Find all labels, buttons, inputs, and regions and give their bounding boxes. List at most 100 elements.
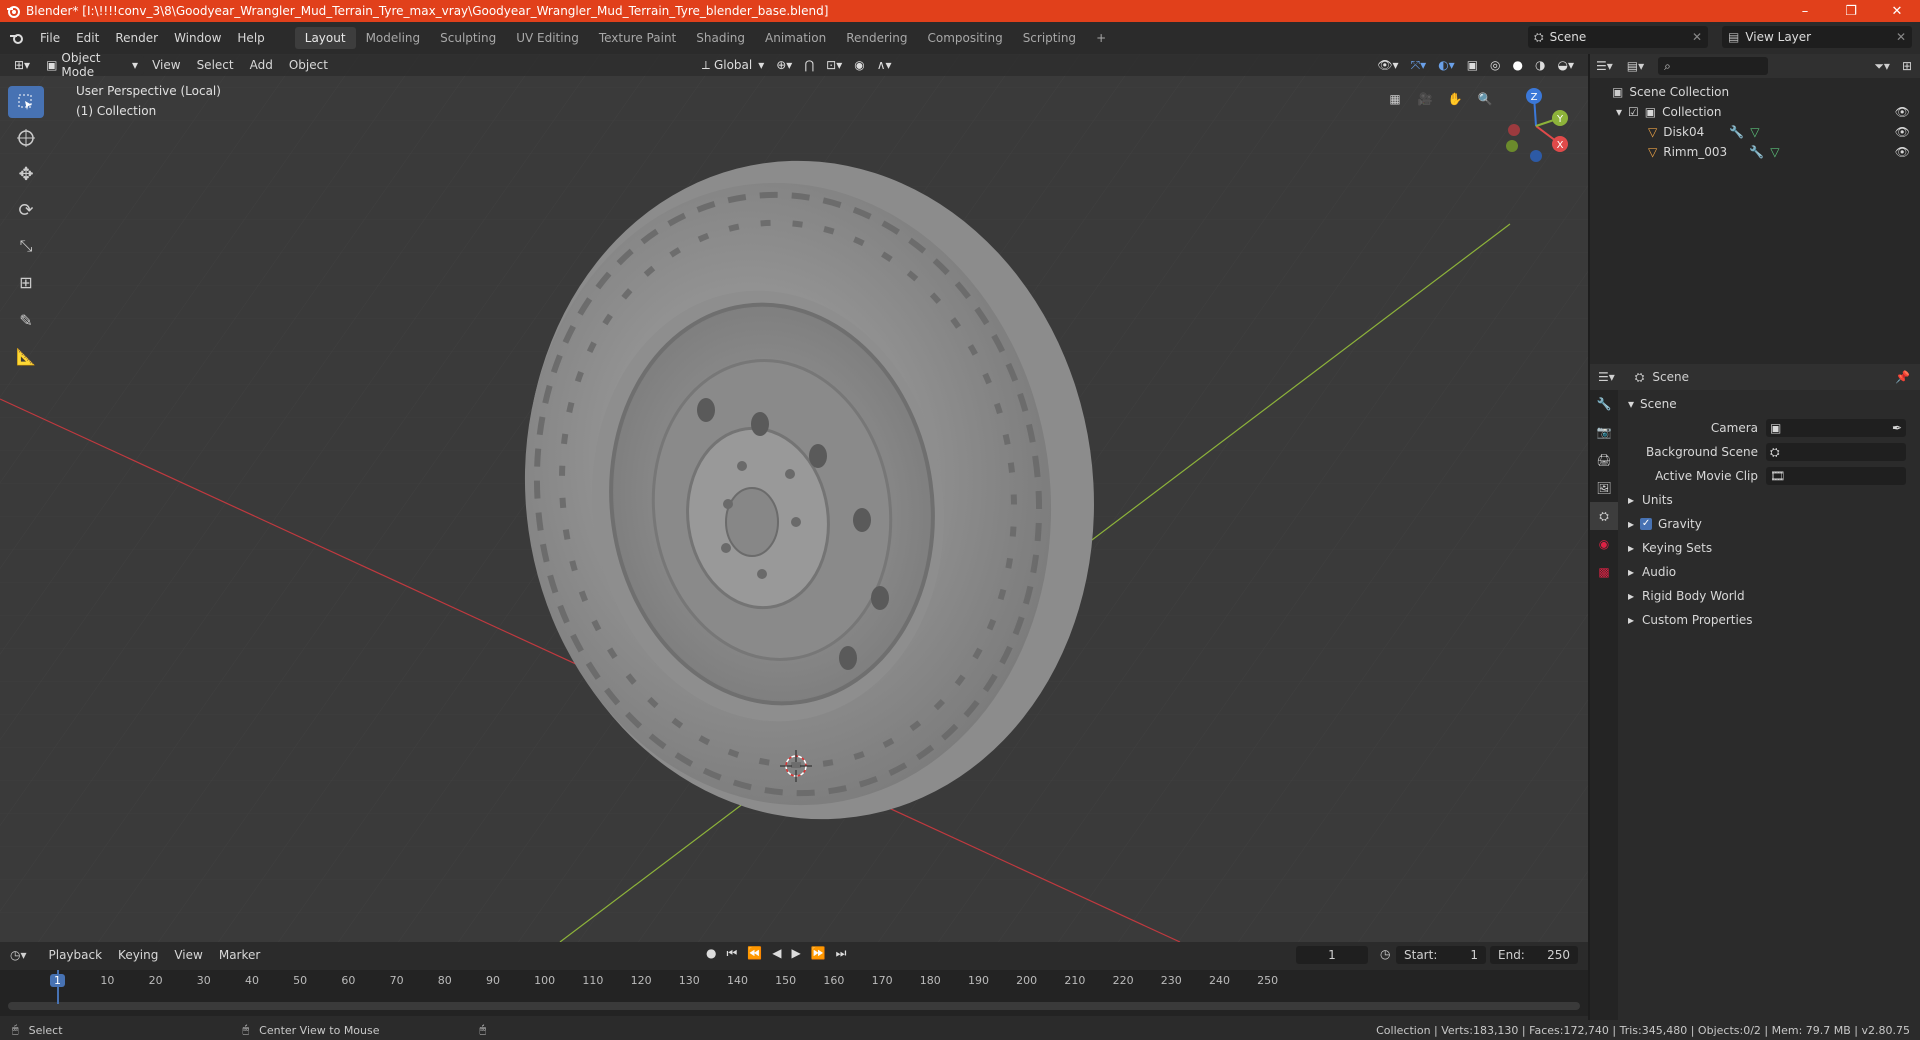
panel-custom-properties[interactable]: ▸ Custom Properties [1620, 608, 1920, 632]
scene-close-icon[interactable]: ✕ [1692, 30, 1702, 44]
tab-world[interactable]: ◉ [1590, 530, 1618, 558]
cursor-tool[interactable] [8, 122, 44, 154]
proportional-edit-toggle[interactable]: ◉ [848, 55, 870, 75]
overlay-toggle[interactable]: ◐▾ [1432, 55, 1461, 75]
current-frame-field[interactable]: 1 [1296, 946, 1368, 964]
menu-help[interactable]: Help [229, 27, 272, 49]
tab-scripting[interactable]: Scripting [1013, 27, 1086, 49]
background-scene-field[interactable]: ⛭ [1766, 443, 1906, 461]
end-frame-field[interactable]: End: 250 [1490, 946, 1578, 964]
maximize-button[interactable]: ❐ [1828, 0, 1874, 22]
timeline-editor-icon[interactable]: ◷▾ [10, 948, 27, 962]
properties-editor-icon[interactable]: ☰▾ [1598, 370, 1615, 384]
tab-shading[interactable]: Shading [686, 27, 755, 49]
menu-file[interactable]: File [32, 27, 68, 49]
scene-section-header[interactable]: ▾ Scene [1620, 392, 1920, 416]
shading-wireframe[interactable]: ◎ [1484, 55, 1506, 75]
play-icon[interactable]: ▶ [791, 946, 800, 961]
outliner-object-rimm003[interactable]: ▽ Rimm_003 🔧 ▽ 👁 [1590, 142, 1920, 162]
outliner-collection[interactable]: ▾ ☑ ▣ Collection 👁 [1590, 102, 1920, 122]
tab-animation[interactable]: Animation [755, 27, 836, 49]
new-collection-icon[interactable]: ⊞ [1902, 59, 1912, 73]
snap-toggle[interactable]: ⋂ [798, 55, 820, 75]
prev-keyframe-icon[interactable]: ⏪ [747, 946, 762, 961]
play-reverse-icon[interactable]: ◀ [772, 946, 781, 961]
next-keyframe-icon[interactable]: ⏩ [811, 946, 826, 961]
viewport-menu-select[interactable]: Select [189, 54, 242, 76]
expand-arrow-icon[interactable]: ▾ [1616, 105, 1622, 119]
tab-compositing[interactable]: Compositing [917, 27, 1012, 49]
falloff-dropdown[interactable]: ∧▾ [871, 55, 898, 75]
camera-field[interactable]: ▣ ✒ [1766, 419, 1906, 437]
record-icon[interactable]: ● [706, 946, 716, 961]
tab-layout[interactable]: Layout [294, 27, 356, 49]
camera-view-button[interactable]: 🎥 [1410, 86, 1440, 112]
timeline-menu-marker[interactable]: Marker [211, 944, 268, 966]
transform-orientation-dropdown[interactable]: ⟂ Global ▾ [696, 55, 770, 75]
modifier-wrench-icon[interactable]: 🔧 [1749, 145, 1764, 159]
rotate-tool[interactable]: ⟳ [8, 194, 44, 226]
use-preview-range-icon[interactable]: ◷ [1380, 947, 1390, 961]
outliner-scene-collection[interactable]: ▣ Scene Collection [1590, 82, 1920, 102]
jump-start-icon[interactable]: ⏮ [726, 946, 737, 961]
mesh-data-icon[interactable]: ▽ [1750, 125, 1759, 139]
panel-rigid-body-world[interactable]: ▸ Rigid Body World [1620, 584, 1920, 608]
tab-output[interactable]: 🖨 [1590, 446, 1618, 474]
start-frame-field[interactable]: Start: 1 [1396, 946, 1486, 964]
move-tool[interactable]: ✥ [8, 158, 44, 190]
tab-sculpting[interactable]: Sculpting [430, 27, 506, 49]
modifier-wrench-icon[interactable]: 🔧 [1729, 125, 1744, 139]
xray-toggle[interactable]: ▣ [1461, 55, 1484, 75]
visibility-eye-icon[interactable]: 👁 [1895, 145, 1910, 159]
active-movie-clip-field[interactable]: 🎞 [1766, 467, 1906, 485]
view-layer-selector[interactable]: ▤ View Layer ✕ [1722, 26, 1912, 48]
tab-modeling[interactable]: Modeling [356, 27, 431, 49]
annotate-tool[interactable]: ✎ [8, 304, 44, 336]
timeline-scrollbar[interactable] [8, 1002, 1580, 1010]
navigation-gizmo[interactable]: Z X Y [1492, 82, 1572, 162]
tab-texture-paint[interactable]: Texture Paint [589, 27, 686, 49]
jump-end-icon[interactable]: ⏭ [836, 946, 847, 961]
minimize-button[interactable]: – [1782, 0, 1828, 22]
timeline-menu-view[interactable]: View [166, 944, 210, 966]
shading-rendered[interactable]: ◒▾ [1552, 55, 1581, 75]
viewport-menu-object[interactable]: Object [281, 54, 336, 76]
outliner-editor-icon[interactable]: ☰▾ [1596, 59, 1613, 73]
visibility-eye-icon[interactable]: 👁 [1895, 105, 1910, 119]
mesh-data-icon[interactable]: ▽ [1770, 145, 1779, 159]
select-box-tool[interactable] [8, 86, 44, 118]
timeline-menu-keying[interactable]: Keying [110, 944, 166, 966]
mode-dropdown[interactable]: ▣ Object Mode ▾ [40, 51, 145, 79]
scale-tool[interactable]: ⤡ [8, 230, 44, 262]
tab-texture[interactable]: ▩ [1590, 558, 1618, 586]
add-workspace-button[interactable]: + [1086, 27, 1116, 49]
collection-checkbox[interactable]: ☑ [1628, 105, 1639, 119]
panel-gravity[interactable]: ▸ ✓ Gravity [1620, 512, 1920, 536]
pan-view-button[interactable]: ✋ [1440, 86, 1470, 112]
display-mode-icon[interactable]: ▤▾ [1627, 59, 1644, 73]
tab-scene[interactable]: ⛭ [1590, 502, 1618, 530]
menu-render[interactable]: Render [107, 27, 166, 49]
outliner-search-input[interactable]: ⌕ [1658, 57, 1769, 75]
panel-keying-sets[interactable]: ▸ Keying Sets [1620, 536, 1920, 560]
visibility-dropdown[interactable]: 👁▾ [1371, 55, 1404, 75]
measure-tool[interactable]: 📐 [8, 340, 44, 372]
tab-uv-editing[interactable]: UV Editing [506, 27, 589, 49]
panel-units[interactable]: ▸ Units [1620, 488, 1920, 512]
timeline-ruler[interactable]: 1 10 20 30 40 50 60 70 80 90 100 110 120 130 140 150 160… [0, 970, 1588, 1016]
close-button[interactable]: ✕ [1874, 0, 1920, 22]
outliner-object-disk04[interactable]: ▽ Disk04 🔧 ▽ 👁 [1590, 122, 1920, 142]
shading-material[interactable]: ◑ [1529, 55, 1551, 75]
tab-tool[interactable]: 🔧 [1590, 390, 1618, 418]
3d-viewport[interactable]: Z X Y [0, 54, 1588, 942]
zoom-view-button[interactable]: 🔍 [1470, 86, 1500, 112]
tab-rendering[interactable]: Rendering [836, 27, 917, 49]
shading-solid[interactable]: ● [1507, 55, 1529, 75]
editor-type-button[interactable]: ⊞▾ [8, 55, 36, 75]
tab-render[interactable]: 📷 [1590, 418, 1618, 446]
gizmo-toggle[interactable]: ⤧▾ [1405, 55, 1433, 75]
tab-view-layer[interactable]: 🖼 [1590, 474, 1618, 502]
blender-menu-icon[interactable] [8, 31, 26, 45]
gravity-checkbox[interactable]: ✓ [1640, 518, 1653, 530]
viewport-menu-add[interactable]: Add [242, 54, 281, 76]
